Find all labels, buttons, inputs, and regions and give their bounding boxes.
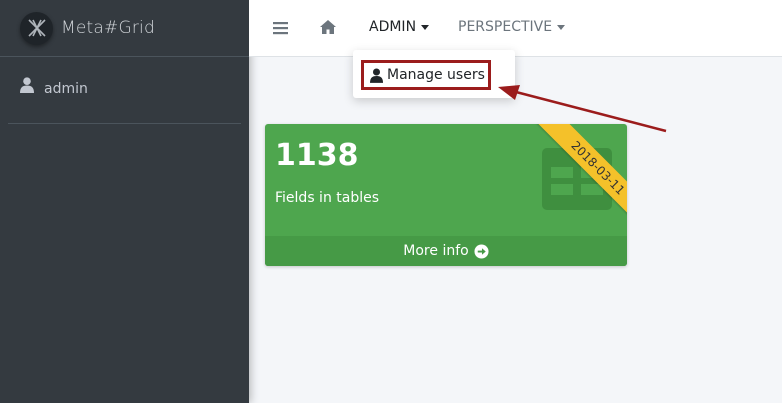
caret-down-icon <box>557 24 566 30</box>
user-icon <box>370 67 383 83</box>
user-panel[interactable]: admin <box>8 57 241 124</box>
ribbon-date: 2018-03-11 <box>537 124 627 224</box>
manage-users-item[interactable]: Manage users <box>361 60 491 90</box>
perspective-menu[interactable]: PERSPECTIVE <box>458 19 566 35</box>
user-name: admin <box>44 81 88 97</box>
ribbon: 2018-03-11 <box>527 124 627 224</box>
more-info-link[interactable]: More info <box>265 236 627 266</box>
metagrid-logo-icon <box>20 11 53 45</box>
box-number: 1138 <box>275 138 359 173</box>
hamburger-icon[interactable] <box>273 20 288 39</box>
sidebar: Meta#Grid admin <box>0 0 249 403</box>
manage-users-label: Manage users <box>387 67 485 83</box>
caret-down-icon <box>421 24 430 30</box>
brand-name: Meta#Grid <box>61 18 155 38</box>
top-navbar: ADMIN PERSPECTIVE <box>249 0 782 57</box>
home-icon[interactable] <box>319 19 337 39</box>
brand-link[interactable]: Meta#Grid <box>0 0 249 57</box>
perspective-menu-label: PERSPECTIVE <box>458 19 553 35</box>
user-icon <box>20 77 34 97</box>
fields-info-box: 1138 Fields in tables 2018-03-11 More in… <box>265 124 627 266</box>
arrow-circle-right-icon <box>474 243 489 259</box>
box-label: Fields in tables <box>275 190 380 206</box>
more-info-label: More info <box>403 243 469 259</box>
admin-menu[interactable]: ADMIN <box>369 19 430 35</box>
admin-menu-label: ADMIN <box>369 19 417 35</box>
